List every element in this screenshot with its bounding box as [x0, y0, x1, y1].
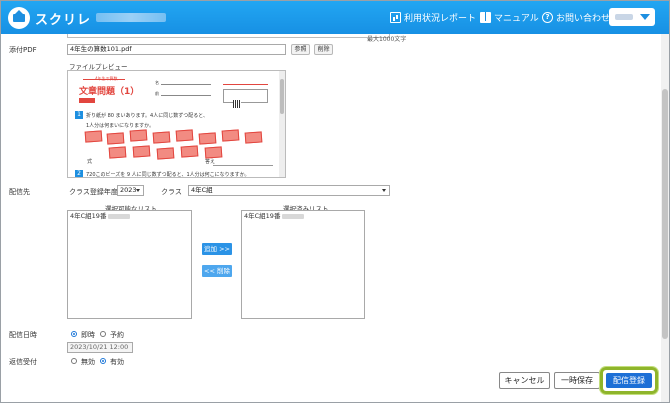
pdf-page: 4年生の算数 文章問題（1） 名 前 1 折り紙が 80 まいあります。4人に同…	[73, 74, 278, 178]
year-label: クラス登録年度	[69, 188, 118, 196]
doc-header-text: 4年生の算数	[95, 76, 118, 81]
doc-tag	[79, 98, 95, 103]
doc-title: 文章問題（1）	[79, 87, 140, 97]
doc-card	[129, 129, 148, 142]
class-label: クラス	[161, 188, 182, 196]
list-item-label: 4年C組19番	[70, 212, 107, 220]
doc-q1-number: 1	[75, 111, 83, 119]
attachment-label: 添付PDF	[9, 46, 37, 54]
doc-q2-number: 2	[75, 170, 83, 177]
school-logo-icon[interactable]	[8, 7, 30, 29]
report-icon	[390, 12, 401, 23]
nav-usage-report-label: 利用状況レポート	[404, 14, 477, 24]
message-textarea[interactable]	[67, 34, 390, 38]
reply-enabled-radio[interactable]	[100, 358, 106, 364]
help-icon: ?	[542, 12, 553, 23]
doc-card	[106, 132, 125, 145]
doc-score-box	[223, 89, 268, 103]
doc-card	[152, 131, 171, 144]
doc-name-line	[161, 84, 211, 85]
chevron-down-icon	[136, 189, 140, 192]
year-select-value: 2023	[120, 186, 137, 194]
schedule-immediate-radio[interactable]	[71, 331, 77, 337]
user-name-redacted	[615, 14, 633, 20]
school-name-redacted	[96, 13, 166, 22]
app-window: スクリレ 利用状況レポート マニュアル ? お問い合わせ 最大1000文字 添付…	[0, 0, 670, 403]
list-item[interactable]: 4年C組19番	[70, 212, 189, 220]
reply-disabled-radio[interactable]	[71, 358, 77, 364]
schedule-label: 配信日時	[9, 331, 37, 339]
doc-card	[198, 132, 217, 145]
doc-card	[204, 146, 223, 159]
reply-enabled-label: 有効	[110, 358, 124, 366]
doc-date-line	[161, 95, 211, 96]
char-limit-note: 最大1000文字	[367, 36, 407, 43]
remove-button[interactable]: << 削除	[202, 265, 232, 277]
selected-list[interactable]: 4年C組19番	[241, 210, 365, 319]
pdf-preview[interactable]: 4年生の算数 文章問題（1） 名 前 1 折り紙が 80 まいあります。4人に同…	[67, 70, 286, 178]
user-menu-button[interactable]	[609, 8, 655, 26]
browse-button[interactable]: 参照	[291, 44, 310, 55]
student-name-redacted	[282, 213, 305, 219]
doc-q1-line1: 折り紙が 80 まいあります。4人に同じ数ずつ配ると、	[86, 113, 209, 119]
chevron-down-icon	[382, 189, 386, 192]
nav-usage-report[interactable]: 利用状況レポート	[390, 11, 476, 24]
doc-card	[221, 129, 240, 142]
delete-file-button[interactable]: 削除	[314, 44, 333, 55]
temporary-save-button[interactable]: 一時保存	[554, 372, 600, 389]
book-icon	[480, 12, 491, 23]
nav-contact-label: お問い合わせ	[556, 14, 611, 24]
submit-delivery-button[interactable]: 配信登録	[606, 373, 652, 388]
list-item-label: 4年C組19番	[244, 212, 281, 220]
available-list[interactable]: 4年C組19番	[67, 210, 192, 319]
attachment-file-field[interactable]: 4年生の算数101.pdf	[67, 44, 286, 55]
nav-contact[interactable]: ? お問い合わせ	[542, 11, 610, 24]
schedule-reserve-radio[interactable]	[100, 331, 106, 337]
reply-label: 返信受付	[9, 358, 37, 366]
doc-date-label: 前	[155, 91, 159, 96]
doc-answer-line	[213, 165, 273, 166]
add-button[interactable]: 追加 >>	[202, 243, 232, 255]
cancel-button[interactable]: キャンセル	[499, 372, 550, 389]
doc-formula-label: 式	[87, 159, 93, 165]
doc-q2-line1: 720このビーズを 9 人に同じ数ずつ配ると、1人分は何こになりますか。	[86, 172, 250, 178]
app-header: スクリレ 利用状況レポート マニュアル ? お問い合わせ	[1, 1, 669, 34]
page-scrollbar[interactable]	[661, 34, 669, 402]
doc-name-label: 名	[155, 80, 159, 85]
doc-card	[156, 147, 175, 160]
doc-card	[244, 131, 263, 144]
year-select[interactable]: 2023	[117, 185, 144, 196]
student-name-redacted	[108, 213, 131, 219]
doc-card	[84, 130, 103, 143]
datetime-field[interactable]: 2023/10/21 12:00	[67, 342, 133, 353]
nav-manual-label: マニュアル	[494, 14, 539, 24]
doc-card	[180, 145, 199, 158]
schedule-reserve-label: 予約	[110, 331, 124, 339]
nav-manual[interactable]: マニュアル	[480, 11, 539, 24]
class-select-value: 4年C組	[191, 186, 213, 194]
doc-score-line	[223, 84, 268, 85]
class-select[interactable]: 4年C組	[188, 185, 390, 196]
submit-highlight: 配信登録	[600, 367, 658, 394]
list-item[interactable]: 4年C組19番	[244, 212, 362, 220]
delivery-label: 配信先	[9, 188, 30, 196]
doc-q1-line2: 1人分は何まいになりますか。	[86, 123, 155, 129]
doc-answer-label: 答え	[205, 159, 216, 165]
doc-card	[175, 129, 194, 142]
qr-code-icon	[233, 100, 241, 108]
preview-scrollbar[interactable]	[279, 71, 285, 177]
schedule-immediate-label: 即時	[81, 331, 95, 339]
doc-card	[132, 145, 151, 158]
app-name: スクリレ	[35, 13, 92, 28]
caret-down-icon	[640, 14, 650, 20]
reply-disabled-label: 無効	[81, 358, 95, 366]
doc-card	[108, 146, 127, 159]
